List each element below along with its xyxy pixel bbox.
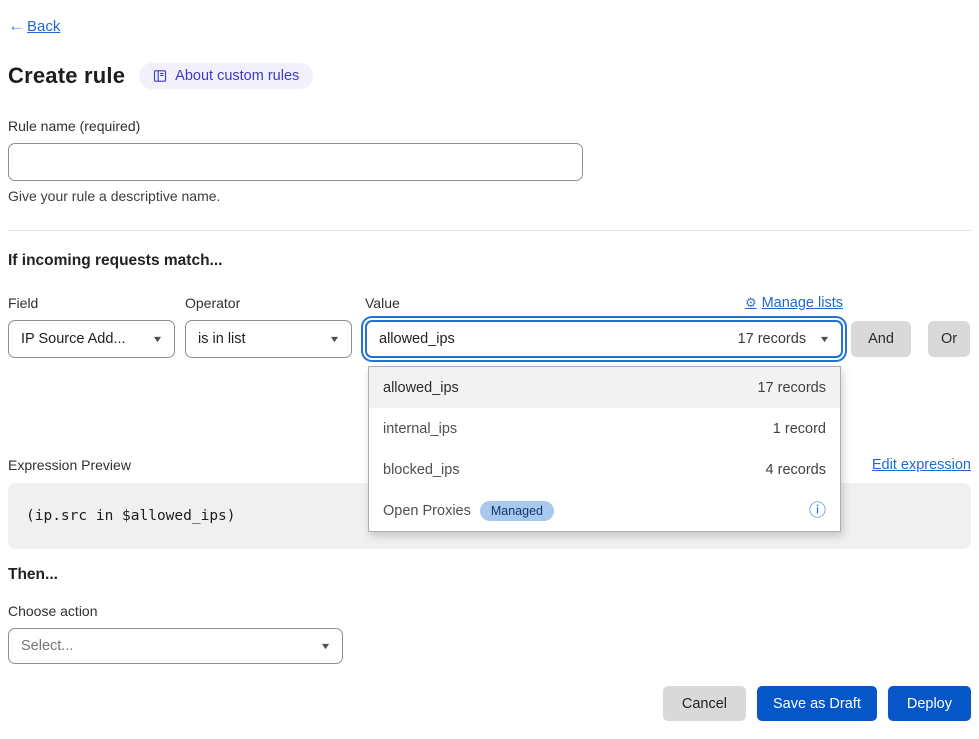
rule-name-section: Rule name (required) Give your rule a de… (8, 118, 971, 204)
value-column: Value ⚙ Manage lists allowed_ips 17 reco… (365, 295, 843, 358)
match-section-heading: If incoming requests match... (8, 252, 971, 270)
list-item-name: Open Proxies (383, 503, 471, 519)
manage-lists-link[interactable]: ⚙ Manage lists (745, 295, 843, 311)
action-select-placeholder: Select... (21, 638, 321, 654)
save-as-draft-button[interactable]: Save as Draft (757, 686, 877, 721)
operator-column: Operator is in list ▼ (185, 295, 352, 358)
operator-select[interactable]: is in list ▼ (185, 320, 352, 358)
list-item-allowed-ips[interactable]: allowed_ips 17 records (369, 367, 840, 408)
field-label: Field (8, 295, 175, 311)
back-arrow-icon: ← (8, 16, 25, 36)
page-title: Create rule (8, 63, 125, 89)
about-custom-rules-link[interactable]: About custom rules (139, 63, 313, 89)
field-column: Field IP Source Add... ▼ (8, 295, 175, 358)
gear-icon: ⚙ (745, 295, 757, 311)
list-item-name: blocked_ips (383, 462, 460, 478)
value-label-row: Value ⚙ Manage lists (365, 295, 843, 311)
list-item-count: 1 record (773, 421, 826, 437)
about-badge-label: About custom rules (175, 68, 299, 84)
value-select-value: allowed_ips (379, 331, 738, 347)
footer-actions: Cancel Save as Draft Deploy (8, 686, 971, 721)
expression-code: (ip.src in $allowed_ips) (26, 508, 236, 524)
value-select[interactable]: allowed_ips 17 records ▼ allowed_ips 17 … (365, 320, 843, 358)
action-select[interactable]: Select... ▼ (8, 628, 343, 664)
cancel-button[interactable]: Cancel (663, 686, 746, 721)
chevron-down-icon: ▼ (320, 641, 332, 651)
rule-name-label: Rule name (required) (8, 118, 971, 134)
title-row: Create rule About custom rules (8, 63, 971, 89)
list-dropdown-panel: allowed_ips 17 records internal_ips 1 re… (368, 366, 841, 532)
chevron-down-icon: ▼ (329, 334, 341, 344)
operator-select-value: is in list (198, 331, 330, 347)
back-link[interactable]: ← Back (8, 16, 60, 36)
info-icon[interactable]: ⓘ (809, 502, 826, 519)
list-item-open-proxies[interactable]: Open Proxies Managed ⓘ (369, 490, 840, 531)
and-button[interactable]: And (851, 321, 911, 357)
list-item-internal-ips[interactable]: internal_ips 1 record (369, 408, 840, 449)
value-select-count: 17 records (738, 331, 807, 347)
operator-label: Operator (185, 295, 352, 311)
list-item-name: internal_ips (383, 421, 457, 437)
choose-action-label: Choose action (8, 603, 971, 619)
edit-expression-label: Edit expression (872, 457, 971, 473)
list-item-count: 17 records (757, 380, 826, 396)
list-item-count: 4 records (766, 462, 826, 478)
field-select[interactable]: IP Source Add... ▼ (8, 320, 175, 358)
managed-badge: Managed (480, 501, 554, 521)
list-item-name: allowed_ips (383, 380, 459, 396)
manage-lists-label: Manage lists (762, 295, 843, 311)
book-icon (153, 69, 167, 83)
expression-preview-label: Expression Preview (8, 457, 131, 473)
chevron-down-icon: ▼ (152, 334, 164, 344)
then-section-heading: Then... (8, 566, 971, 584)
match-condition-row: Field IP Source Add... ▼ Operator is in … (8, 295, 971, 358)
create-rule-page: ← Back Create rule About custom rules Ru… (0, 0, 979, 739)
value-label: Value (365, 295, 400, 311)
or-button[interactable]: Or (928, 321, 970, 357)
chevron-down-icon: ▼ (819, 334, 831, 344)
rule-name-input[interactable] (8, 143, 583, 181)
field-select-value: IP Source Add... (21, 331, 153, 347)
deploy-button[interactable]: Deploy (888, 686, 971, 721)
edit-expression-link[interactable]: Edit expression (872, 457, 971, 473)
section-divider (8, 230, 971, 231)
back-link-label: Back (27, 18, 60, 35)
rule-name-help-text: Give your rule a descriptive name. (8, 188, 971, 204)
list-item-blocked-ips[interactable]: blocked_ips 4 records (369, 449, 840, 490)
